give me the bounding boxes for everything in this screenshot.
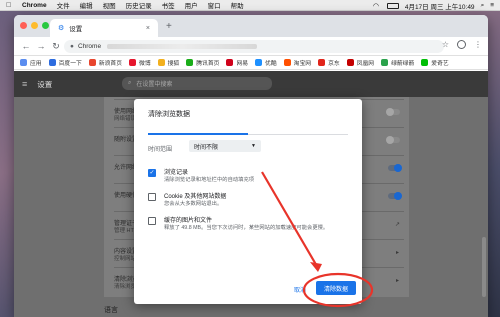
cookies-checkbox[interactable] bbox=[148, 193, 156, 201]
bookmark-favicon-icon bbox=[381, 59, 389, 66]
bookmark-favicon-icon bbox=[421, 59, 429, 66]
clear-data-button[interactable]: 清除数据 bbox=[316, 281, 356, 295]
address-bar[interactable]: ● Chrome bbox=[64, 40, 444, 53]
back-button[interactable]: ← bbox=[20, 41, 32, 51]
menu-bookmarks[interactable]: 书签 bbox=[162, 0, 175, 10]
bookmark-item[interactable]: 新浪首页 bbox=[88, 58, 122, 67]
address-text: Chrome bbox=[77, 43, 102, 50]
cache-checkbox[interactable] bbox=[148, 217, 156, 225]
toggle-switch[interactable] bbox=[388, 192, 402, 200]
bookmark-item[interactable]: 微博 bbox=[129, 58, 151, 67]
menu-window[interactable]: 窗口 bbox=[208, 0, 221, 10]
browser-toolbar: ← → ↻ ● Chrome ☆ ⋮ bbox=[14, 37, 488, 56]
bookmark-item[interactable]: 爱奇艺 bbox=[421, 58, 449, 67]
time-range-value: 时间不限 bbox=[194, 144, 219, 151]
chevron-right-icon: ▸ bbox=[395, 278, 399, 284]
site-info-icon[interactable]: ● bbox=[70, 43, 74, 50]
settings-search-input[interactable]: ⌕ 在设置中搜索 bbox=[122, 77, 272, 90]
bookmark-item[interactable]: 网易 bbox=[226, 58, 248, 67]
time-range-label: 时间范围 bbox=[148, 147, 173, 153]
bookmark-favicon-icon bbox=[157, 59, 165, 66]
bookmark-item[interactable]: 京东 bbox=[318, 58, 340, 67]
blurred-url bbox=[107, 44, 258, 49]
tab-strip: ⚙ 设置 × + bbox=[14, 15, 488, 37]
menu-edit[interactable]: 编辑 bbox=[80, 0, 93, 10]
reload-button[interactable]: ↻ bbox=[50, 41, 62, 52]
bookmark-item[interactable]: 绿箭绿箭 bbox=[381, 58, 414, 67]
bookmarks-bar: 应用 百度一下 新浪首页 微博 搜狐 腾讯首页 网易 优酷 淘宝网 京东 凤凰网… bbox=[14, 56, 488, 70]
option-description: 您会从大多数网站退出。 bbox=[164, 201, 223, 207]
bookmark-item[interactable]: 凤凰网 bbox=[346, 58, 374, 67]
toggle-switch[interactable] bbox=[386, 136, 400, 144]
window-controls bbox=[20, 22, 49, 29]
apple-icon[interactable]:  bbox=[6, 2, 14, 9]
search-icon: ⌕ bbox=[128, 80, 132, 86]
cancel-button[interactable]: 取消 bbox=[294, 285, 306, 294]
scrollbar[interactable] bbox=[482, 237, 486, 297]
hamburger-menu-icon[interactable]: ≡ bbox=[22, 79, 27, 89]
chevron-right-icon: ▸ bbox=[395, 250, 399, 256]
option-description: 释放了 49.8 MB。当您下次访问时，某些网站的加载速度可能会更慢。 bbox=[164, 225, 329, 231]
bookmark-favicon-icon bbox=[129, 59, 137, 66]
bookmark-item[interactable]: 优酷 bbox=[255, 58, 277, 67]
wifi-icon[interactable]: ◠ bbox=[373, 2, 381, 10]
toggle-switch[interactable] bbox=[388, 164, 402, 172]
battery-icon[interactable] bbox=[386, 2, 399, 9]
dialog-title: 清除浏览数据 bbox=[148, 111, 190, 118]
bookmark-favicon-icon bbox=[186, 59, 194, 66]
option-description: 清除浏览记录和地址栏中的自动填充项 bbox=[164, 177, 255, 183]
menu-file[interactable]: 文件 bbox=[57, 0, 70, 10]
mac-menubar:  Chrome 文件 编辑 视图 历史记录 书签 用户 窗口 帮助 ◠ 4月1… bbox=[0, 0, 500, 11]
section-language-heading: 语言 bbox=[104, 307, 118, 314]
chevron-down-icon: ▼ bbox=[251, 143, 256, 149]
bookmark-item[interactable]: 腾讯首页 bbox=[186, 58, 219, 67]
dialog-tab-bar bbox=[148, 129, 348, 135]
menu-help[interactable]: 帮助 bbox=[231, 0, 244, 10]
search-placeholder: 在设置中搜索 bbox=[136, 82, 173, 88]
bookmark-favicon-icon bbox=[226, 59, 234, 66]
more-menu-icon[interactable]: ⋮ bbox=[474, 40, 482, 49]
bookmark-favicon-icon bbox=[48, 59, 56, 66]
bookmark-favicon-icon bbox=[255, 59, 263, 66]
toggle-switch[interactable] bbox=[386, 108, 400, 116]
dialog-tab-basic[interactable] bbox=[148, 133, 248, 135]
status-area: ◠ 4月17日 周三 上午10:49 ⌕ ≡ bbox=[373, 0, 494, 11]
bookmark-favicon-icon bbox=[318, 59, 326, 66]
clock[interactable]: 4月17日 周三 上午10:49 bbox=[405, 1, 475, 11]
tab-settings[interactable]: ⚙ 设置 × bbox=[50, 19, 158, 37]
toolbar-actions: ☆ ⋮ bbox=[442, 40, 482, 49]
bookmark-item[interactable]: 淘宝网 bbox=[283, 58, 311, 67]
time-range-select[interactable]: 时间不限 ▼ bbox=[189, 140, 261, 152]
settings-title: 设置 bbox=[37, 79, 53, 89]
bookmark-item[interactable]: 搜狐 bbox=[157, 58, 179, 67]
browsing-history-checkbox[interactable]: ✓ bbox=[148, 169, 156, 177]
bookmark-favicon-icon bbox=[88, 59, 96, 66]
gear-icon: ⚙ bbox=[58, 25, 65, 32]
settings-header: ≡ 设置 ⌕ 在设置中搜索 bbox=[14, 71, 488, 97]
bookmark-item[interactable]: 应用 bbox=[20, 58, 42, 67]
forward-button[interactable]: → bbox=[35, 41, 47, 51]
menu-app-name[interactable]: Chrome bbox=[22, 2, 47, 9]
bookmark-item[interactable]: 百度一下 bbox=[48, 58, 82, 67]
menu-list-icon[interactable]: ≡ bbox=[490, 2, 494, 9]
close-tab-icon[interactable]: × bbox=[146, 25, 150, 32]
bookmark-star-icon[interactable]: ☆ bbox=[442, 40, 449, 49]
bookmark-favicon-icon bbox=[283, 59, 291, 66]
external-link-icon[interactable]: ↗ bbox=[395, 221, 400, 228]
search-icon[interactable]: ⌕ bbox=[481, 2, 485, 10]
close-window-button[interactable] bbox=[20, 22, 27, 29]
apps-icon bbox=[20, 59, 27, 66]
minimize-window-button[interactable] bbox=[31, 22, 38, 29]
profile-avatar[interactable] bbox=[457, 40, 466, 49]
new-tab-button[interactable]: + bbox=[166, 21, 172, 32]
menu-history[interactable]: 历史记录 bbox=[126, 0, 152, 10]
menu-view[interactable]: 视图 bbox=[103, 0, 116, 10]
menu-people[interactable]: 用户 bbox=[185, 0, 198, 10]
tab-title: 设置 bbox=[69, 26, 83, 33]
clear-browsing-data-dialog: 清除浏览数据 时间范围 时间不限 ▼ ✓ 浏览记录 清除浏览记录和地址栏中的自动… bbox=[134, 99, 362, 304]
bookmark-favicon-icon bbox=[346, 59, 354, 66]
zoom-window-button[interactable] bbox=[42, 22, 49, 29]
